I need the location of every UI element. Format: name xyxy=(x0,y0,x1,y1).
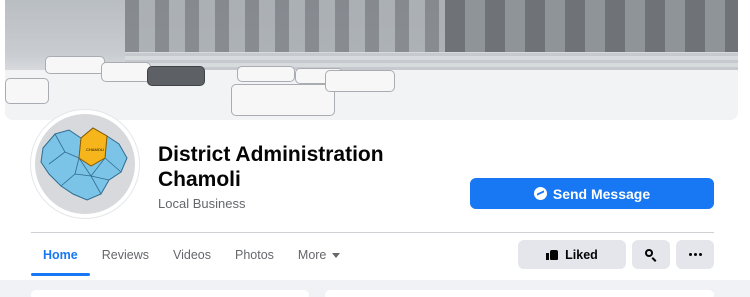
uttarakhand-map-icon: CHAMOLI xyxy=(40,127,128,201)
search-page-button[interactable] xyxy=(632,240,670,269)
tab-label: Home xyxy=(43,248,78,262)
tab-reviews[interactable]: Reviews xyxy=(90,236,161,274)
tab-label: More xyxy=(297,248,327,262)
page-title: District Administration Chamoli xyxy=(158,143,384,191)
cover-car xyxy=(5,78,49,104)
tab-more[interactable]: More xyxy=(286,236,352,274)
thumbs-up-icon xyxy=(546,249,559,260)
send-message-button[interactable]: Send Message xyxy=(470,178,714,209)
cover-car xyxy=(147,66,205,86)
page-category[interactable]: Local Business xyxy=(158,196,245,211)
cover-car xyxy=(325,70,395,92)
send-message-label: Send Message xyxy=(552,185,651,202)
more-options-button[interactable] xyxy=(676,240,714,269)
page-tabs: Home Reviews Videos Photos More xyxy=(31,236,352,278)
intro-card xyxy=(31,290,309,297)
posts-card xyxy=(325,290,714,297)
cover-facade xyxy=(445,0,738,52)
tab-videos[interactable]: Videos xyxy=(161,236,223,274)
header-divider xyxy=(31,232,714,233)
cover-car xyxy=(101,62,151,82)
tab-label: Videos xyxy=(172,248,211,262)
search-icon xyxy=(645,248,657,261)
cover-car xyxy=(237,66,295,82)
map-label: CHAMOLI xyxy=(86,147,104,152)
tab-label: Photos xyxy=(234,248,274,262)
district-map-image: CHAMOLI xyxy=(35,114,135,214)
tab-home[interactable]: Home xyxy=(31,236,90,276)
ellipsis-icon xyxy=(688,253,702,256)
cover-photo[interactable] xyxy=(5,0,738,120)
messenger-icon xyxy=(533,187,547,200)
profile-avatar[interactable]: CHAMOLI xyxy=(31,110,139,218)
liked-button[interactable]: Liked xyxy=(518,240,626,269)
caret-down-icon xyxy=(332,252,341,258)
tab-label: Reviews xyxy=(101,248,149,262)
cover-car xyxy=(45,56,105,74)
liked-label: Liked xyxy=(565,247,598,262)
cover-car xyxy=(231,84,335,116)
tab-photos[interactable]: Photos xyxy=(223,236,286,274)
